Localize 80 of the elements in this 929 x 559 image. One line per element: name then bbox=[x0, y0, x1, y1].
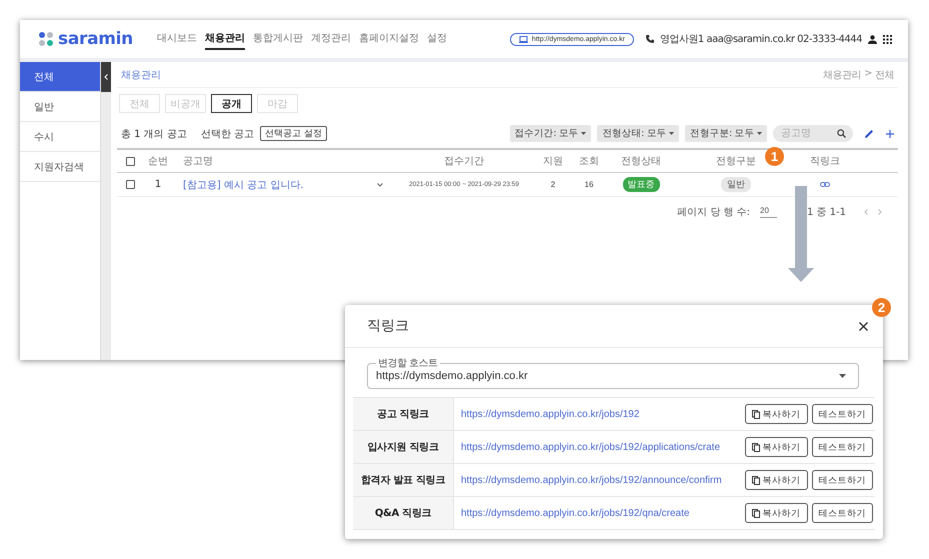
sidebar-item[interactable]: 지원자검색 bbox=[20, 152, 100, 182]
column-header: 직링크 bbox=[810, 155, 840, 168]
filter-dropdown[interactable]: 전형구분: 모두 bbox=[685, 125, 767, 142]
user-icon[interactable] bbox=[868, 34, 877, 44]
link-label: Q&A 직링크 bbox=[353, 497, 454, 529]
filter-dropdown[interactable]: 접수기간: 모두 bbox=[510, 125, 592, 142]
rows-per-page-select[interactable]: 20 bbox=[760, 206, 777, 218]
nav-item[interactable]: 채용관리 bbox=[205, 28, 245, 50]
sidebar-item[interactable]: 일반 bbox=[20, 92, 100, 122]
apps-grid-icon[interactable] bbox=[883, 34, 892, 44]
direct-link-url[interactable]: https://dymsdemo.applyin.co.kr/jobs/192/announce/confirm bbox=[461, 474, 722, 486]
chevron-left-icon bbox=[104, 74, 108, 80]
status-tab[interactable]: 공개 bbox=[211, 94, 252, 113]
copy-icon bbox=[752, 410, 760, 418]
column-header: 전형상태 bbox=[621, 155, 661, 168]
direct-link-url[interactable]: https://dymsdemo.applyin.co.kr/jobs/192/qna/create bbox=[461, 508, 690, 518]
breadcrumb-separator: > bbox=[864, 68, 872, 80]
logo-dots-icon bbox=[38, 31, 54, 47]
sidebar-item[interactable]: 수시 bbox=[20, 122, 100, 152]
copy-button[interactable]: 복사하기 bbox=[744, 503, 808, 523]
column-header: 접수기간 bbox=[444, 155, 484, 168]
add-icon[interactable] bbox=[886, 130, 894, 138]
rows-per-page-label: 페이지 당 행 수: bbox=[677, 206, 750, 219]
nav-item[interactable]: 통합게시판 bbox=[253, 28, 303, 50]
collapse-button[interactable] bbox=[101, 62, 111, 92]
status-chip: 발표중 bbox=[622, 177, 660, 192]
copy-icon bbox=[752, 508, 760, 518]
link-icon[interactable] bbox=[820, 182, 830, 187]
nav-item[interactable]: 계정관리 bbox=[311, 28, 351, 50]
test-button[interactable]: 테스트하기 bbox=[812, 503, 873, 523]
direct-link-url[interactable]: https://dymsdemo.applyin.co.kr/jobs/192/applications/crate bbox=[461, 442, 720, 452]
job-title-link[interactable]: [참고용] 예시 공고 입니다. bbox=[183, 178, 304, 192]
table-cell: 1 bbox=[154, 179, 162, 190]
phone-icon bbox=[646, 35, 654, 43]
nav-item[interactable]: 홈페이지설정 bbox=[359, 28, 419, 50]
test-button[interactable]: 테스트하기 bbox=[812, 470, 873, 490]
close-icon[interactable] bbox=[859, 322, 868, 330]
nav-item[interactable]: 설정 bbox=[427, 28, 447, 50]
caret-icon bbox=[581, 132, 586, 135]
direct-link-url[interactable]: https://dymsdemo.applyin.co.kr/jobs/192 bbox=[461, 408, 640, 420]
test-button[interactable]: 테스트하기 bbox=[812, 404, 873, 424]
host-select[interactable]: 변경할 호스트 https://dymsdemo.applyin.co.kr bbox=[367, 356, 859, 389]
selected-settings-button[interactable]: 선택공고 설정 bbox=[260, 126, 327, 141]
selected-label: 선택한 공고 bbox=[200, 128, 254, 140]
table-cell: 16 bbox=[584, 180, 594, 189]
select-all-checkbox[interactable] bbox=[126, 156, 134, 166]
link-label: 공고 직링크 bbox=[353, 398, 454, 430]
dropdown-icon[interactable] bbox=[839, 374, 846, 378]
logo-text[interactable]: saramin bbox=[58, 29, 133, 49]
chevron-down-icon[interactable] bbox=[377, 182, 383, 186]
column-header: 공고명 bbox=[183, 155, 213, 168]
copy-icon bbox=[752, 442, 760, 452]
column-header: 순번 bbox=[148, 155, 168, 168]
nav-item[interactable]: 대시보드 bbox=[157, 28, 197, 50]
sidebar-item[interactable]: 전체 bbox=[20, 62, 100, 92]
column-header: 조회 bbox=[579, 155, 599, 168]
pencil-icon[interactable] bbox=[865, 129, 874, 138]
search-field[interactable]: 공고명 bbox=[773, 125, 853, 142]
dialog-title: 직링크 bbox=[367, 317, 409, 335]
test-button[interactable]: 테스트하기 bbox=[812, 437, 873, 457]
copy-button[interactable]: 복사하기 bbox=[744, 404, 808, 424]
link-label: 입사지원 직링크 bbox=[353, 431, 454, 463]
filter-dropdown[interactable]: 전형상태: 모두 bbox=[597, 125, 680, 142]
total-count: 총 1 개의 공고 bbox=[121, 128, 187, 140]
column-header: 지원 bbox=[543, 155, 563, 168]
column-header: 전형구분 bbox=[716, 155, 756, 168]
row-checkbox[interactable] bbox=[126, 180, 134, 189]
copy-button[interactable]: 복사하기 bbox=[744, 470, 808, 490]
type-chip: 일반 bbox=[721, 177, 751, 192]
page-title: 채용관리 bbox=[121, 68, 161, 82]
link-label: 합격자 발표 직링크 bbox=[353, 464, 454, 496]
contact-text: 영업사원1 aaa@saramin.co.kr 02-3333-4444 bbox=[660, 33, 862, 46]
caret-icon bbox=[757, 132, 762, 135]
table-cell: 2 bbox=[550, 180, 556, 189]
page-range: 1 중 1-1 bbox=[806, 206, 846, 219]
caret-icon bbox=[669, 132, 674, 135]
laptop-icon bbox=[518, 36, 528, 42]
search-icon[interactable] bbox=[837, 129, 846, 138]
copy-button[interactable]: 복사하기 bbox=[744, 437, 808, 457]
copy-icon bbox=[752, 476, 760, 484]
